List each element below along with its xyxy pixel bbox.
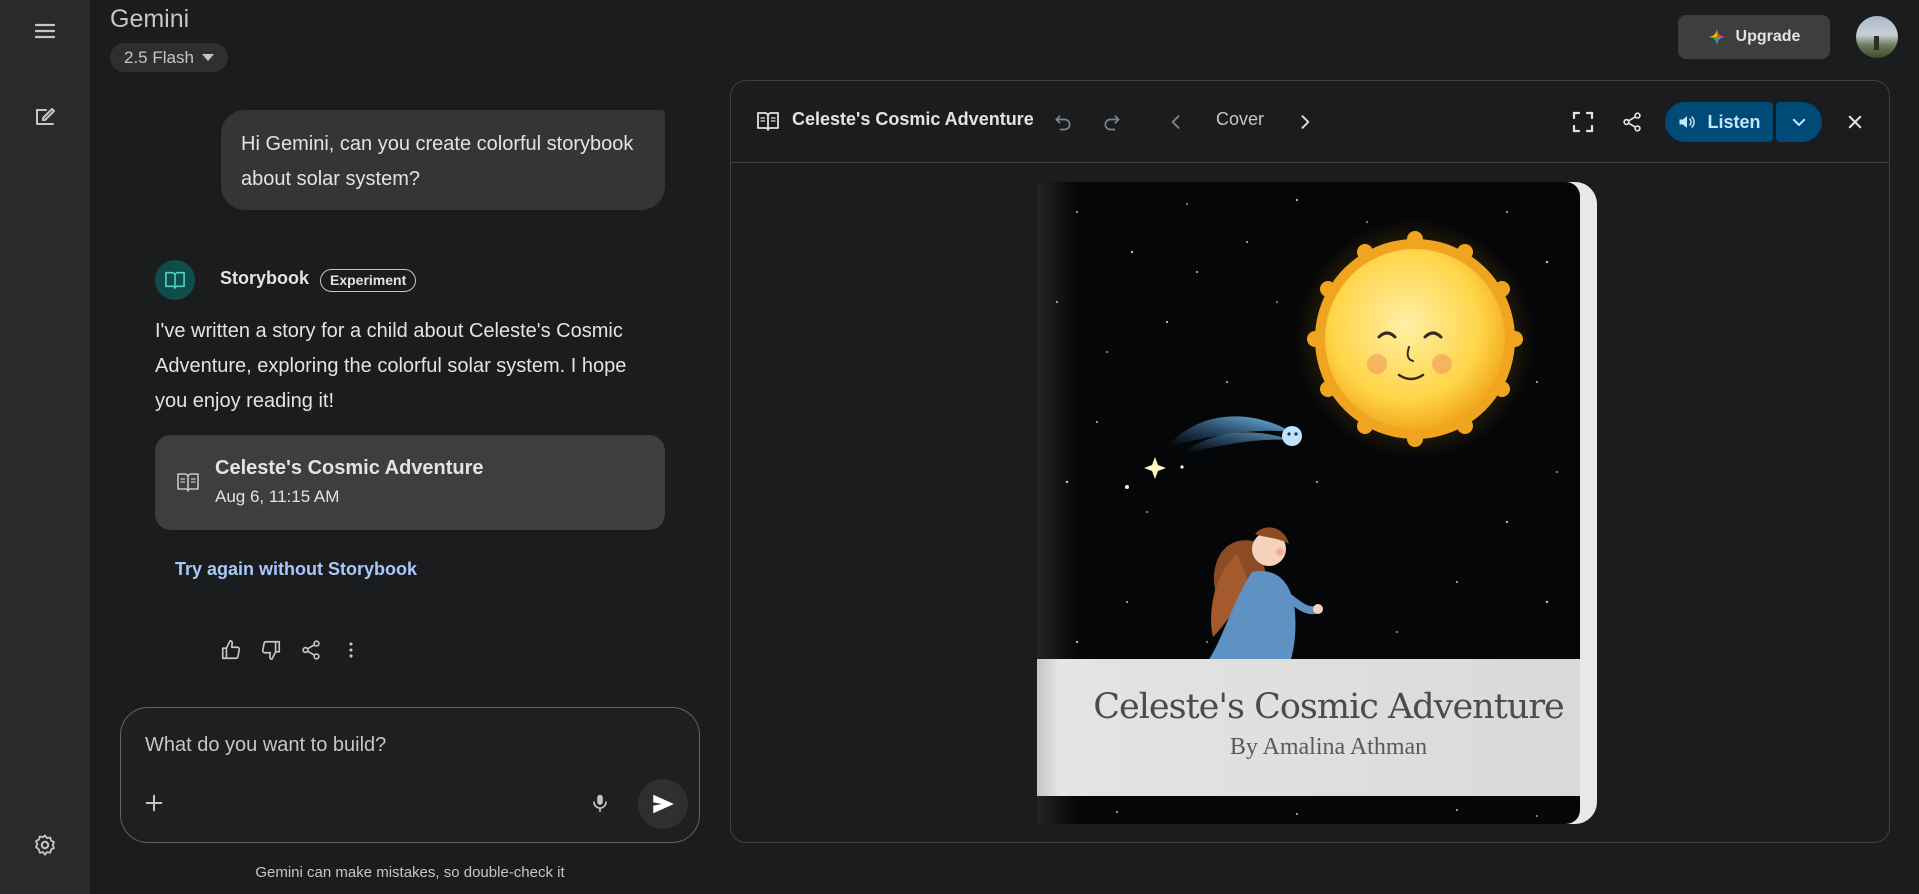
speaker-icon	[1679, 116, 1696, 128]
chevron-down-icon	[1792, 118, 1806, 126]
microphone-icon[interactable]	[583, 786, 617, 820]
story-card-title: Celeste's Cosmic Adventure	[215, 457, 484, 479]
panel-title: Celeste's Cosmic Adventure	[792, 109, 1034, 129]
new-chat-icon[interactable]	[25, 96, 65, 136]
fullscreen-icon[interactable]	[1569, 108, 1597, 136]
cover-spine-highlight	[1037, 182, 1077, 824]
storybook-cover[interactable]: Celeste's Cosmic Adventure By Amalina At…	[1037, 182, 1597, 824]
menu-icon[interactable]	[25, 11, 65, 51]
retry-without-storybook-link[interactable]: Try again without Storybook	[175, 559, 417, 580]
cover-artwork: Celeste's Cosmic Adventure By Amalina At…	[1037, 182, 1580, 824]
listen-options-dropdown[interactable]	[1776, 102, 1822, 142]
undo-icon[interactable]	[1051, 110, 1075, 134]
panel-header: Celeste's Cosmic Adventure Cover Listen	[731, 81, 1889, 163]
thumbs-up-icon[interactable]	[218, 637, 244, 663]
send-arrow-icon	[653, 794, 674, 814]
model-label: 2.5 Flash	[124, 47, 194, 67]
previous-page-chevron-icon[interactable]	[1164, 110, 1188, 134]
listen-label: Listen	[1707, 111, 1761, 132]
storybook-panel: Celeste's Cosmic Adventure Cover Listen	[730, 80, 1890, 843]
sparkle-icon	[1708, 28, 1725, 46]
upgrade-button[interactable]: Upgrade	[1678, 15, 1830, 59]
listen-button[interactable]: Listen	[1665, 102, 1773, 142]
model-selector[interactable]: 2.5 Flash	[110, 43, 228, 72]
thumbs-down-icon[interactable]	[258, 637, 284, 663]
cover-title-band	[1037, 659, 1580, 796]
storybook-avatar	[155, 260, 195, 300]
add-plus-icon[interactable]	[137, 786, 171, 820]
disclaimer-text: Gemini can make mistakes, so double-chec…	[255, 864, 565, 881]
storybook-card[interactable]: Celeste's Cosmic Adventure Aug 6, 11:15 …	[155, 435, 665, 530]
book-icon	[165, 271, 185, 289]
open-book-icon	[177, 473, 199, 492]
side-rail	[0, 0, 90, 894]
response-text: I've written a story for a child about C…	[155, 320, 627, 412]
responder-name: Storybook	[220, 268, 310, 288]
user-message: Hi Gemini, can you create colorful story…	[221, 110, 665, 210]
close-panel-icon[interactable]	[1841, 108, 1869, 136]
send-button[interactable]	[638, 779, 688, 829]
panel-book-icon	[755, 110, 781, 132]
story-card-date: Aug 6, 11:15 AM	[215, 487, 340, 506]
upgrade-label: Upgrade	[1735, 28, 1801, 45]
redo-icon[interactable]	[1100, 110, 1124, 134]
caret-down-icon	[201, 54, 214, 61]
panel-share-icon[interactable]	[1618, 108, 1646, 136]
settings-gear-icon[interactable]	[25, 825, 65, 865]
book-title: Celeste's Cosmic Adventure	[1093, 687, 1565, 727]
prompt-input[interactable]	[145, 730, 665, 760]
next-page-chevron-icon[interactable]	[1293, 110, 1317, 134]
share-icon[interactable]	[298, 637, 324, 663]
prompt-composer	[120, 707, 700, 843]
app-title: Gemini	[110, 5, 190, 33]
account-avatar[interactable]	[1856, 16, 1898, 58]
more-vertical-icon[interactable]	[338, 637, 364, 663]
book-author: By Amalina Athman	[1229, 734, 1428, 760]
page-indicator: Cover	[1216, 109, 1265, 129]
experiment-badge: Experiment	[320, 269, 417, 292]
